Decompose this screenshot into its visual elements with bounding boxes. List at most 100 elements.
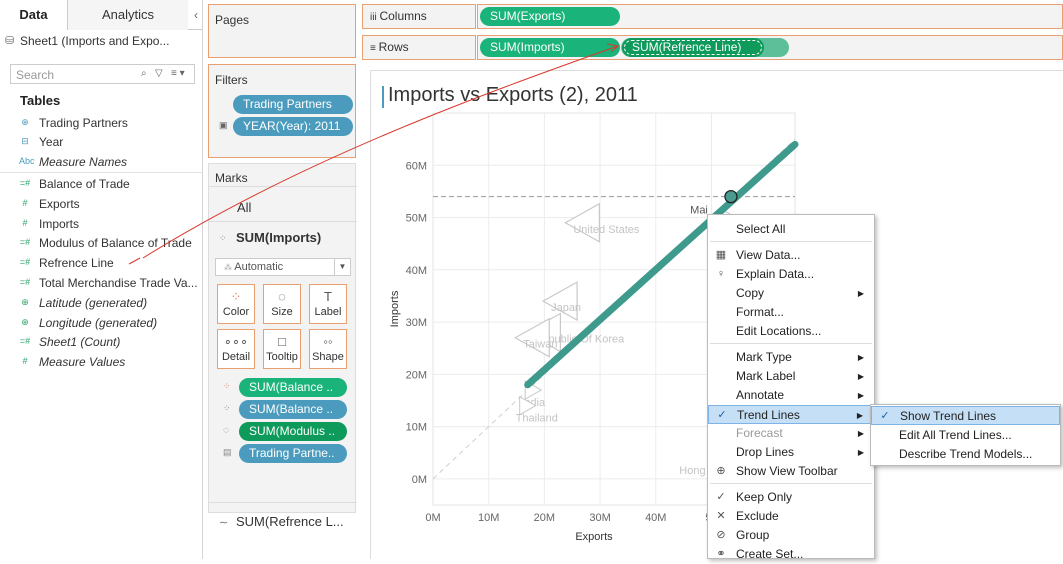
submenu-item-edit-all-trend-lines[interactable]: Edit All Trend Lines... [871, 426, 1060, 445]
chart-title: Imports vs Exports (2), 2011 [388, 84, 638, 106]
field-type-icon: ⊕ [21, 117, 29, 127]
menu-item-explain-data[interactable]: ♀ Explain Data... [708, 265, 874, 284]
tab-analytics[interactable]: Analytics [68, 0, 188, 30]
color-button[interactable]: ⁘ Color [217, 284, 255, 324]
menu-item-forecast[interactable]: Forecast ▶ [708, 424, 874, 443]
x-tick-label: 30M [589, 512, 610, 524]
menu-item-show-view-toolbar[interactable]: ⊕ Show View Toolbar [708, 462, 874, 481]
tooltip-button[interactable]: □ Tooltip [263, 329, 301, 369]
submenu-item-describe-trend-models[interactable]: Describe Trend Models... [871, 445, 1060, 464]
field-item[interactable]: ⊟ Year [0, 133, 203, 152]
label-button[interactable]: T Label [309, 284, 347, 324]
field-item[interactable]: ⊕ Longitude (generated) [0, 314, 203, 333]
menu-item-edit-locations[interactable]: Edit Locations... [708, 322, 874, 341]
marks-imports-card[interactable]: SUM(Imports) [236, 230, 321, 245]
view-options-icon[interactable]: ≡ ▾ [171, 68, 185, 79]
mark-type-value: Automatic [234, 261, 284, 273]
search-input[interactable]: Search ⌕ ▽ ≡ ▾ [10, 64, 195, 84]
y-tick-label: 40M [406, 265, 427, 277]
mark-type-dropdown[interactable]: ⁂ Automatic ▼ [215, 258, 351, 276]
columns-pill-exports[interactable]: SUM(Exports) [480, 7, 620, 26]
filters-shelf[interactable]: Filters Trading Partners ▣ YEAR(Year): 2… [208, 64, 356, 158]
menu-item-drop-lines[interactable]: Drop Lines ▶ [708, 443, 874, 462]
menu-item-exclude[interactable]: ✕ Exclude [708, 507, 874, 526]
trend-lines-icon: ✓ [717, 409, 727, 421]
menu-item-select-all[interactable]: Select All [708, 220, 874, 239]
menu-item-view-data[interactable]: ▦ View Data... [708, 246, 874, 265]
size-button[interactable]: ◌ Size [263, 284, 301, 324]
x-tick-label: 10M [478, 512, 499, 524]
tab-data[interactable]: Data [0, 0, 68, 30]
field-item[interactable]: # Exports [0, 195, 203, 214]
color-field-icon: ⁘ [223, 381, 231, 391]
detail-button[interactable]: ∘∘∘ Detail [217, 329, 255, 369]
point-marker [514, 317, 550, 358]
data-pane: Data Analytics ‹ ⛁ Sheet1 (Imports and E… [0, 0, 203, 559]
mark-pill-balance-size[interactable]: SUM(Balance .. [239, 400, 347, 419]
field-type-icon: =# [19, 257, 31, 267]
menu-item-trend-lines[interactable]: ✓ Trend Lines ▶ [708, 405, 874, 424]
field-item[interactable]: ⊕ Latitude (generated) [0, 294, 203, 313]
filter-icon[interactable]: ▽ [155, 68, 163, 79]
field-item[interactable]: =# Balance of Trade [0, 175, 203, 194]
marks-refline-card[interactable]: SUM(Refrence L... [236, 514, 344, 529]
menu-separator [710, 483, 872, 484]
menu-item-group[interactable]: ⊘ Group [708, 526, 874, 545]
submenu-item-show-trend-lines[interactable]: ✓ Show Trend Lines [871, 406, 1060, 425]
field-item[interactable]: Abc Measure Names [0, 153, 203, 172]
datasource-item[interactable]: ⛁ Sheet1 (Imports and Expo... [5, 34, 169, 48]
field-label: Total Merchandise Trade Va... [39, 276, 198, 290]
field-item[interactable]: ⊕ Trading Partners [0, 114, 203, 133]
collapse-pane-icon[interactable]: ‹ [194, 0, 198, 30]
search-icon[interactable]: ⌕ [141, 68, 147, 79]
menu-item-keep-only[interactable]: ✓ Keep Only [708, 488, 874, 507]
pane-tabs: Data Analytics ‹ [0, 0, 202, 30]
explain-data-icon: ♀ [716, 268, 726, 280]
submenu-arrow-icon: ▶ [857, 372, 864, 381]
field-type-icon: ⊟ [21, 136, 29, 146]
menu-item-mark-type[interactable]: Mark Type ▶ [708, 348, 874, 367]
field-item[interactable]: =# Modulus of Balance of Trade [0, 234, 203, 253]
marks-all-tab[interactable]: All [237, 200, 251, 215]
y-tick-label: 60M [406, 160, 427, 172]
rows-pill-refline[interactable]: SUM(Refrence Line) [622, 38, 764, 57]
menu-item-create-set[interactable]: ⚭ Create Set... [708, 545, 874, 564]
menu-item-label: Explain Data... [736, 267, 815, 281]
field-item[interactable]: =# Refrence Line [0, 254, 203, 273]
menu-item-label: Edit Locations... [736, 324, 822, 338]
menu-item-label: Copy [736, 286, 765, 300]
field-label: Modulus of Balance of Trade [39, 236, 192, 250]
columns-shelf[interactable]: SUM(Exports) [477, 4, 1063, 29]
divider [209, 221, 357, 222]
marks-title: Marks [215, 171, 248, 185]
shape-button[interactable]: ◦◦ Shape [309, 329, 347, 369]
point-label: Taiwan [523, 339, 557, 351]
point-label: United States [573, 224, 640, 236]
filters-title: Filters [215, 73, 248, 87]
color-icon: ⁘ [230, 289, 242, 304]
menu-item-label: Select All [736, 222, 786, 236]
menu-item-format[interactable]: Format... [708, 303, 874, 322]
mark-pill-modulus[interactable]: SUM(Modulus .. [239, 422, 347, 441]
field-item[interactable]: # Imports [0, 215, 203, 234]
field-item[interactable]: =# Sheet1 (Count) [0, 333, 203, 352]
trend-lines-submenu: ✓ Show Trend Lines Edit All Trend Lines...… [870, 404, 1061, 466]
menu-item-label: Drop Lines [736, 445, 795, 459]
filter-pill-trading-partners[interactable]: Trading Partners [233, 95, 353, 114]
field-item[interactable]: =# Total Merchandise Trade Va... [0, 274, 203, 293]
filter-pill-year[interactable]: YEAR(Year): 2011 [233, 117, 353, 136]
menu-item-label: Group [736, 528, 770, 542]
mark-pill-balance-color[interactable]: SUM(Balance .. [239, 378, 347, 397]
menu-item-annotate[interactable]: Annotate ▶ [708, 386, 874, 405]
menu-item-mark-label[interactable]: Mark Label ▶ [708, 367, 874, 386]
mark-pill-trading-partners[interactable]: Trading Partne.. [239, 444, 347, 463]
calendar-icon: ▣ [219, 120, 228, 130]
rows-pill-imports[interactable]: SUM(Imports) [480, 38, 620, 57]
pages-shelf[interactable]: Pages [208, 4, 356, 58]
field-item[interactable]: # Measure Values [0, 353, 203, 372]
tables-header: Tables [20, 93, 61, 108]
menu-item-label: Keep Only [736, 490, 793, 504]
point-marker [564, 202, 600, 243]
menu-item-copy[interactable]: Copy ▶ [708, 284, 874, 303]
rows-shelf[interactable]: SUM(Imports) SUM(Refrence Line) [477, 35, 1063, 60]
